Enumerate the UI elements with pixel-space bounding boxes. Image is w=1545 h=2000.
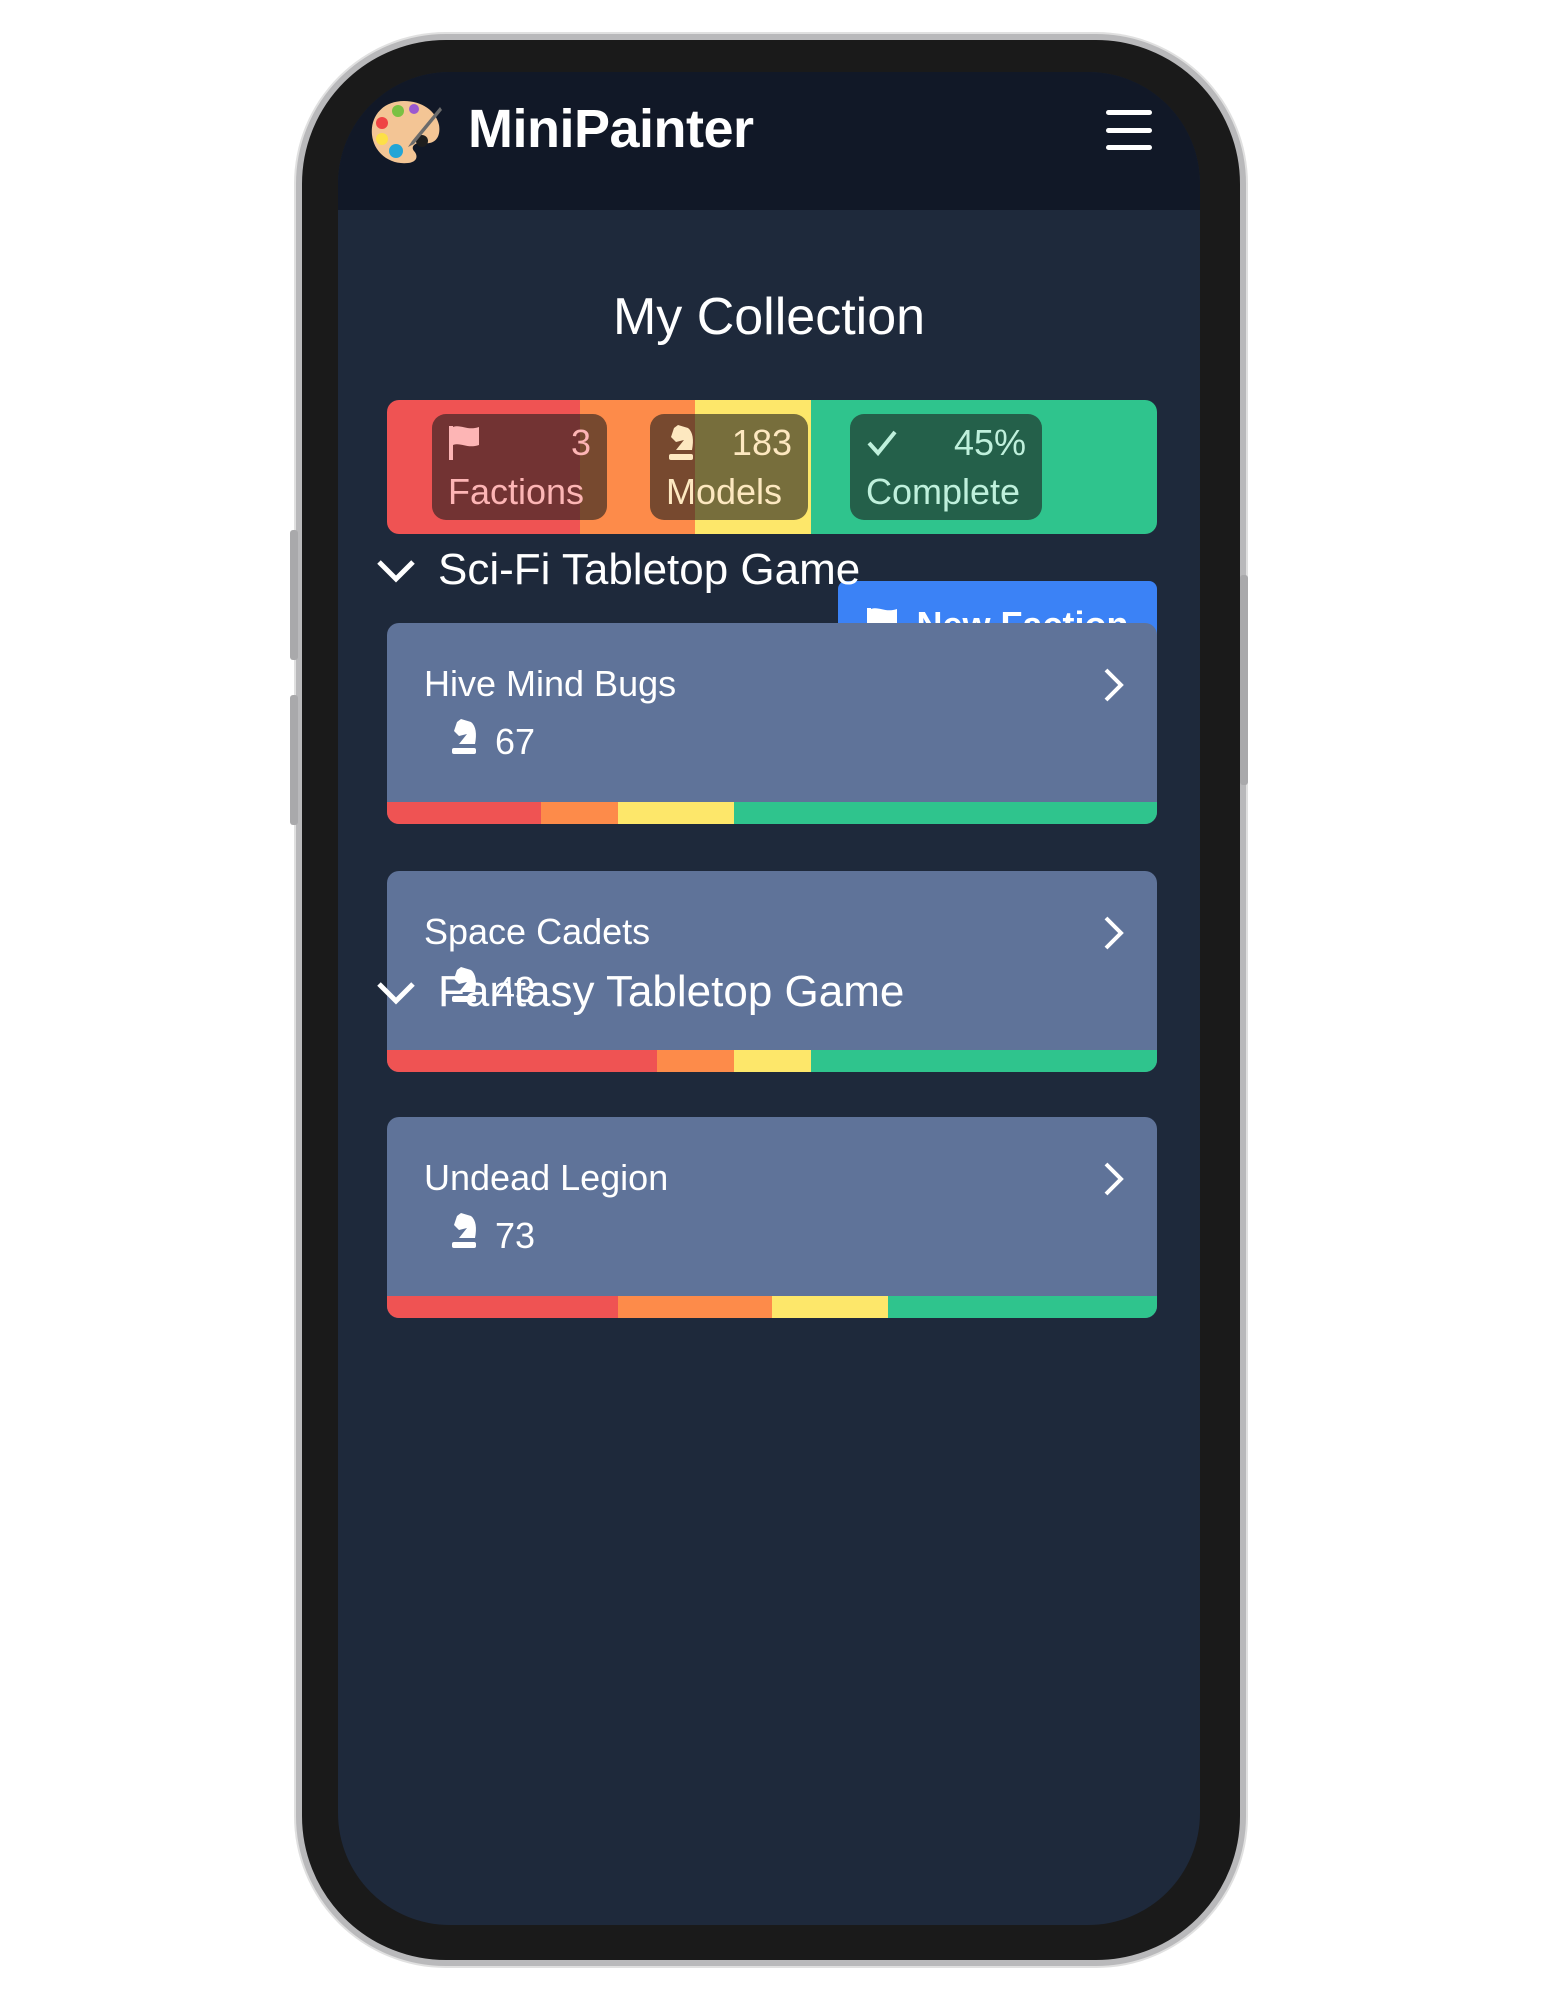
factions-label: Factions bbox=[448, 471, 585, 512]
app-screen: MiniPainter My Collection 3 Factions 183… bbox=[338, 72, 1200, 1925]
factions-count: 3 bbox=[570, 422, 591, 463]
model-count: 67 bbox=[449, 718, 535, 765]
faction-name: Undead Legion bbox=[424, 1157, 669, 1198]
knight-icon bbox=[669, 425, 693, 460]
check-icon bbox=[867, 430, 897, 457]
chevron-down-icon bbox=[376, 545, 416, 595]
faction-name: Hive Mind Bugs bbox=[424, 663, 677, 704]
faction-progress-yellow-segment bbox=[772, 1296, 888, 1318]
chevron-right-icon bbox=[1103, 1161, 1125, 1202]
app-title: MiniPainter bbox=[468, 99, 754, 159]
models-count: 183 bbox=[731, 422, 792, 463]
chevron-right-icon bbox=[1103, 667, 1125, 708]
faction-progress-bar bbox=[387, 1050, 1157, 1072]
complete-percent: 45% bbox=[953, 422, 1026, 463]
palette-icon bbox=[371, 101, 442, 164]
chevron-right-icon bbox=[1103, 915, 1125, 956]
faction-name: Space Cadets bbox=[424, 911, 651, 952]
faction-progress-bar bbox=[387, 802, 1157, 824]
factions-stat: 3 Factions bbox=[432, 414, 607, 520]
game-title: Sci-Fi Tabletop Game bbox=[438, 545, 861, 594]
faction-progress-yellow-segment bbox=[618, 802, 734, 824]
complete-stat: 45% Complete bbox=[850, 414, 1042, 520]
chevron-down-icon bbox=[376, 967, 416, 1017]
volume-down-button bbox=[290, 695, 298, 825]
models-label: Models bbox=[666, 471, 783, 512]
faction-progress-green-segment bbox=[733, 802, 1157, 824]
model-count-value: 67 bbox=[495, 720, 536, 762]
faction-progress-red-segment bbox=[387, 1050, 657, 1072]
faction-progress-yellow-segment bbox=[733, 1050, 811, 1072]
faction-progress-orange-segment bbox=[618, 1296, 772, 1318]
faction-progress-red-segment bbox=[387, 1296, 618, 1318]
faction-progress-red-segment bbox=[387, 802, 541, 824]
flag-icon bbox=[449, 426, 479, 460]
faction-progress-bar bbox=[387, 1296, 1157, 1318]
hamburger-menu-icon[interactable] bbox=[1106, 110, 1152, 150]
game-title: Fantasy Tabletop Game bbox=[438, 967, 905, 1016]
knight-icon bbox=[449, 1212, 479, 1259]
model-count: 73 bbox=[449, 1212, 535, 1259]
faction-card[interactable]: Undead Legion 73 bbox=[387, 1117, 1157, 1318]
collection-stats: 3 Factions 183 Models 45% Complete bbox=[387, 400, 1157, 534]
game-section-header[interactable]: Sci-Fi Tabletop Game bbox=[376, 545, 860, 595]
faction-progress-green-segment bbox=[887, 1296, 1157, 1318]
volume-up-button bbox=[290, 530, 298, 660]
faction-progress-orange-segment bbox=[541, 802, 618, 824]
power-button bbox=[1240, 575, 1248, 785]
faction-progress-green-segment bbox=[810, 1050, 1157, 1072]
app-header: MiniPainter bbox=[338, 72, 1200, 210]
page-title: My Collection bbox=[612, 288, 926, 346]
faction-card[interactable]: Hive Mind Bugs 67 bbox=[387, 623, 1157, 824]
complete-label: Complete bbox=[866, 471, 1021, 512]
model-count-value: 73 bbox=[495, 1214, 536, 1256]
knight-icon bbox=[449, 718, 479, 765]
models-stat: 183 Models bbox=[650, 414, 808, 520]
game-section-header[interactable]: Fantasy Tabletop Game bbox=[376, 967, 904, 1017]
faction-progress-orange-segment bbox=[656, 1050, 734, 1072]
